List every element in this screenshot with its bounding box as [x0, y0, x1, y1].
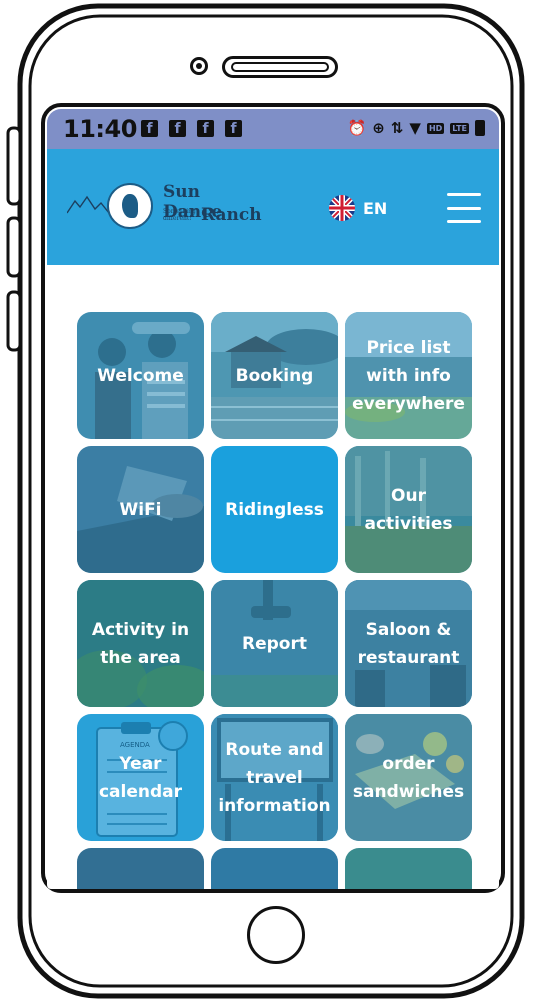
tile-label: Welcome [97, 365, 184, 386]
tile-welcome[interactable]: Welcome [77, 312, 204, 439]
tile-label: Saloon & restaurant [357, 619, 460, 668]
sun-dance-ranch-logo[interactable]: Sun Dance Something different! Ranch [67, 182, 262, 233]
menu-line [447, 220, 481, 223]
tile-report[interactable]: Report [211, 580, 338, 707]
language-selector[interactable]: EN [329, 195, 387, 221]
alarm-icon: ⏰ [347, 119, 367, 137]
status-bar: 11:40 f f f f ⏰ ⊕ ⇅ ▼ HD LTE [47, 109, 499, 149]
facebook-notification-icon: f [225, 120, 242, 137]
tile-price-list[interactable]: Price list with info everywhere [345, 312, 472, 439]
menu-line [447, 193, 481, 196]
language-label: EN [363, 198, 388, 218]
agenda-text: AGENDA [120, 741, 150, 749]
tile-label: Year calendar [98, 753, 183, 802]
rooster-icon [107, 183, 153, 229]
tile-label: Our activities [364, 485, 453, 534]
notification-icons: f f f f [141, 120, 242, 137]
hd-icon: HD [426, 122, 445, 134]
menu-line [447, 206, 481, 210]
home-button[interactable] [247, 906, 305, 964]
tile-route-travel-information[interactable]: Route and travel information [211, 714, 338, 841]
wifi-icon: ▼ [409, 119, 421, 137]
tile-label: Activity in the area [91, 619, 190, 668]
facebook-notification-icon: f [169, 120, 186, 137]
hamburger-menu-button[interactable] [447, 193, 481, 223]
lte-signal-icon: LTE [450, 122, 469, 134]
tile-label: Route and travel information [218, 739, 331, 816]
tile-ridingless[interactable]: Ridingless [211, 446, 338, 573]
tile-order-sandwiches[interactable]: order sandwiches [345, 714, 472, 841]
system-icons: ⏰ ⊕ ⇅ ▼ HD LTE [348, 119, 485, 137]
tile-label: Booking [235, 365, 314, 386]
facebook-notification-icon: f [141, 120, 158, 137]
app-header: Sun Dance Something different! Ranch EN [47, 149, 499, 265]
tile-year-calendar[interactable]: AGENDA Year calendar [77, 714, 204, 841]
logo-subtitle: Ranch [201, 205, 262, 225]
earpiece-speaker [222, 56, 338, 78]
uk-flag-icon [329, 195, 355, 221]
tile-label: order sandwiches [352, 753, 465, 802]
tile-booking[interactable]: Booking [211, 312, 338, 439]
mountains-icon [67, 195, 109, 214]
battery-icon [475, 120, 485, 136]
logo-tagline: Something different! [163, 208, 196, 222]
tile-activity-in-area[interactable]: Activity in the area [77, 580, 204, 707]
tile-label: Price list with info everywhere [352, 337, 465, 414]
tile-partial-2[interactable] [211, 848, 338, 889]
tile-wifi[interactable]: WiFi [77, 446, 204, 573]
front-camera [190, 57, 208, 75]
tile-label: Ridingless [225, 499, 324, 520]
tile-partial-3[interactable] [345, 848, 472, 889]
menu-tile-grid: Welcome Booking Price list with info eve… [77, 312, 477, 889]
facebook-notification-icon: f [197, 120, 214, 137]
tile-our-activities[interactable]: Our activities [345, 446, 472, 573]
data-saver-icon: ⊕ [372, 119, 385, 137]
status-time: 11:40 [63, 115, 137, 143]
tile-saloon-restaurant[interactable]: Saloon & restaurant [345, 580, 472, 707]
data-arrows-icon: ⇅ [390, 119, 404, 137]
tile-partial-1[interactable] [77, 848, 204, 889]
tile-label: WiFi [119, 499, 162, 520]
phone-screen: 11:40 f f f f ⏰ ⊕ ⇅ ▼ HD LTE Sun Dance S… [47, 109, 499, 889]
tile-label: Report [242, 633, 307, 654]
